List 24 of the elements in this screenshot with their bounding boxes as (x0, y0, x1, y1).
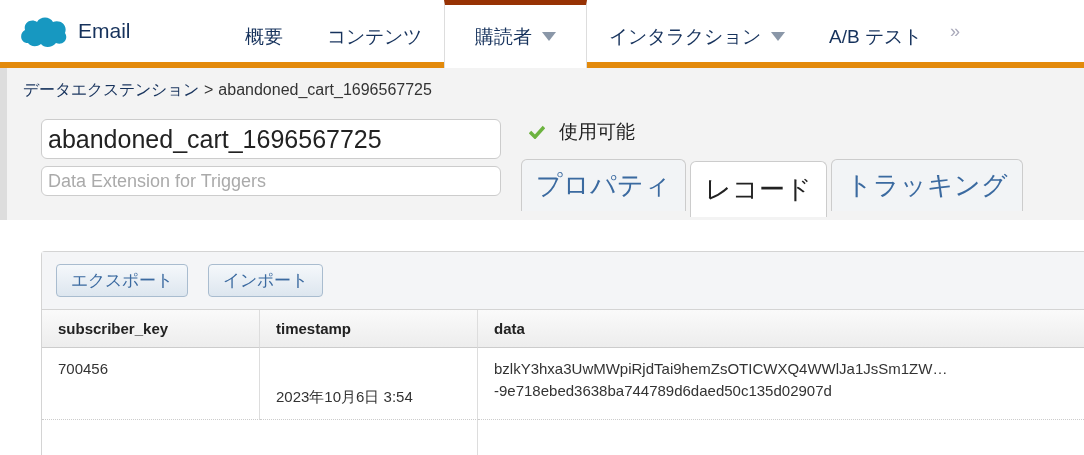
toolbar-button[interactable]: エクスポート (56, 264, 188, 297)
toolbar-button[interactable]: インポート (208, 264, 323, 297)
tab[interactable]: プロパティ (521, 159, 686, 211)
column-header: data (478, 310, 1084, 348)
breadcrumb-separator: > (204, 81, 214, 99)
column-header: timestamp (260, 310, 478, 348)
nav-tab[interactable]: コンテンツ (305, 0, 444, 68)
status-label: 使用可能 (559, 120, 635, 144)
app-name: Email (78, 19, 131, 43)
nav-tab[interactable]: A/B テスト (807, 0, 944, 68)
table-cell: 700456 (42, 348, 260, 420)
nav-tab[interactable]: 概要 (223, 0, 305, 68)
data-text: -9e718ebed3638ba744789d6daed50c135d02907d (494, 381, 833, 401)
description-field[interactable]: Data Extension for Triggers (41, 166, 501, 196)
breadcrumb-current: abandoned_cart_1696567725 (218, 81, 432, 99)
name-field[interactable]: abandoned_cart_1696567725 (41, 119, 501, 159)
breadcrumb-link[interactable]: データエクステンション (23, 80, 199, 101)
nav-tab[interactable]: インタラクション (587, 0, 807, 68)
column-header: subscriber_key (42, 310, 260, 348)
tab[interactable]: レコード (690, 161, 827, 217)
nav-tab[interactable]: 購読者 (444, 0, 587, 68)
tab[interactable]: トラッキング (831, 159, 1023, 211)
table-cell: 2023年10月6日 3:54 (276, 388, 413, 407)
data-text: bzlkY3hxa3UwMWpiRjdTai9hemZsOTICWXQ4WWlJa1JsSm1ZW… (494, 359, 949, 379)
